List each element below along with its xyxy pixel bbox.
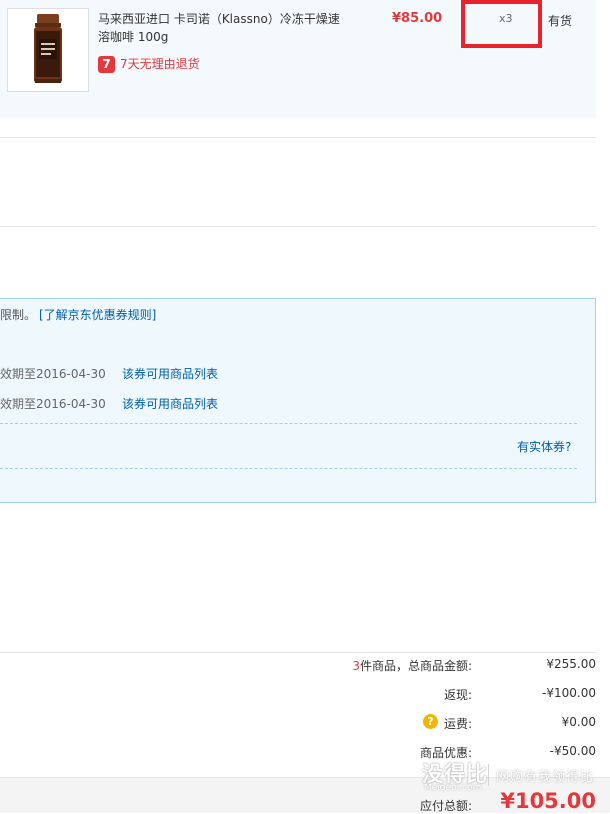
rebate-label: 返现: bbox=[443, 688, 472, 702]
return-policy-text[interactable]: 7天无理由退货 bbox=[120, 56, 200, 73]
coupon-rules-link[interactable]: [了解京东优惠券规则] bbox=[39, 306, 156, 323]
physical-coupon-link[interactable]: 有实体券? bbox=[517, 438, 571, 455]
divider bbox=[0, 226, 596, 227]
shipping-label: 运费: bbox=[443, 717, 472, 731]
product-price: ¥85.00 bbox=[392, 11, 443, 26]
watermark-slogan: 网购有我领得比 bbox=[496, 770, 595, 785]
dashed-divider bbox=[0, 423, 577, 424]
rebate-amount: -¥100.00 bbox=[542, 686, 596, 700]
coffee-jar-icon bbox=[34, 14, 62, 83]
question-mark-icon[interactable]: ? bbox=[423, 714, 438, 729]
discount-amount: -¥50.00 bbox=[549, 744, 596, 758]
watermark-divider bbox=[488, 764, 489, 786]
shipping-amount: ¥0.00 bbox=[561, 715, 596, 729]
coupon-notice-text: 限制。 bbox=[0, 308, 37, 322]
watermark-domain: Meidebi.com bbox=[424, 783, 482, 793]
total-goods-amount: ¥255.00 bbox=[546, 657, 596, 671]
product-quantity: x3 bbox=[499, 12, 513, 25]
product-thumbnail[interactable] bbox=[7, 8, 89, 92]
return-policy-icon: 7 bbox=[98, 56, 115, 73]
coupon-product-list-link[interactable]: 该券可用商品列表 bbox=[122, 395, 218, 412]
payable-label: 应付总额: bbox=[419, 799, 472, 813]
stock-status: 有货 bbox=[548, 14, 573, 28]
summary-item-count: 3件商品，总商品金额: bbox=[352, 657, 472, 674]
watermark: 没得比 Meidebi.com 网购有我领得比 bbox=[422, 758, 610, 798]
total-goods-label: 件商品，总商品金额: bbox=[359, 659, 472, 673]
coupon-product-list-link[interactable]: 该券可用商品列表 bbox=[122, 365, 218, 382]
product-title-link[interactable]: 马来西亚进口 卡司诺（Klassno）冷冻干燥速溶咖啡 100g bbox=[98, 10, 348, 46]
divider bbox=[0, 652, 596, 653]
divider bbox=[0, 137, 596, 138]
item-count: 3 bbox=[352, 659, 360, 673]
coupon-expiry: 效期至2016-04-30 bbox=[0, 397, 106, 411]
dashed-divider bbox=[0, 468, 577, 469]
coupon-expiry: 效期至2016-04-30 bbox=[0, 367, 106, 381]
